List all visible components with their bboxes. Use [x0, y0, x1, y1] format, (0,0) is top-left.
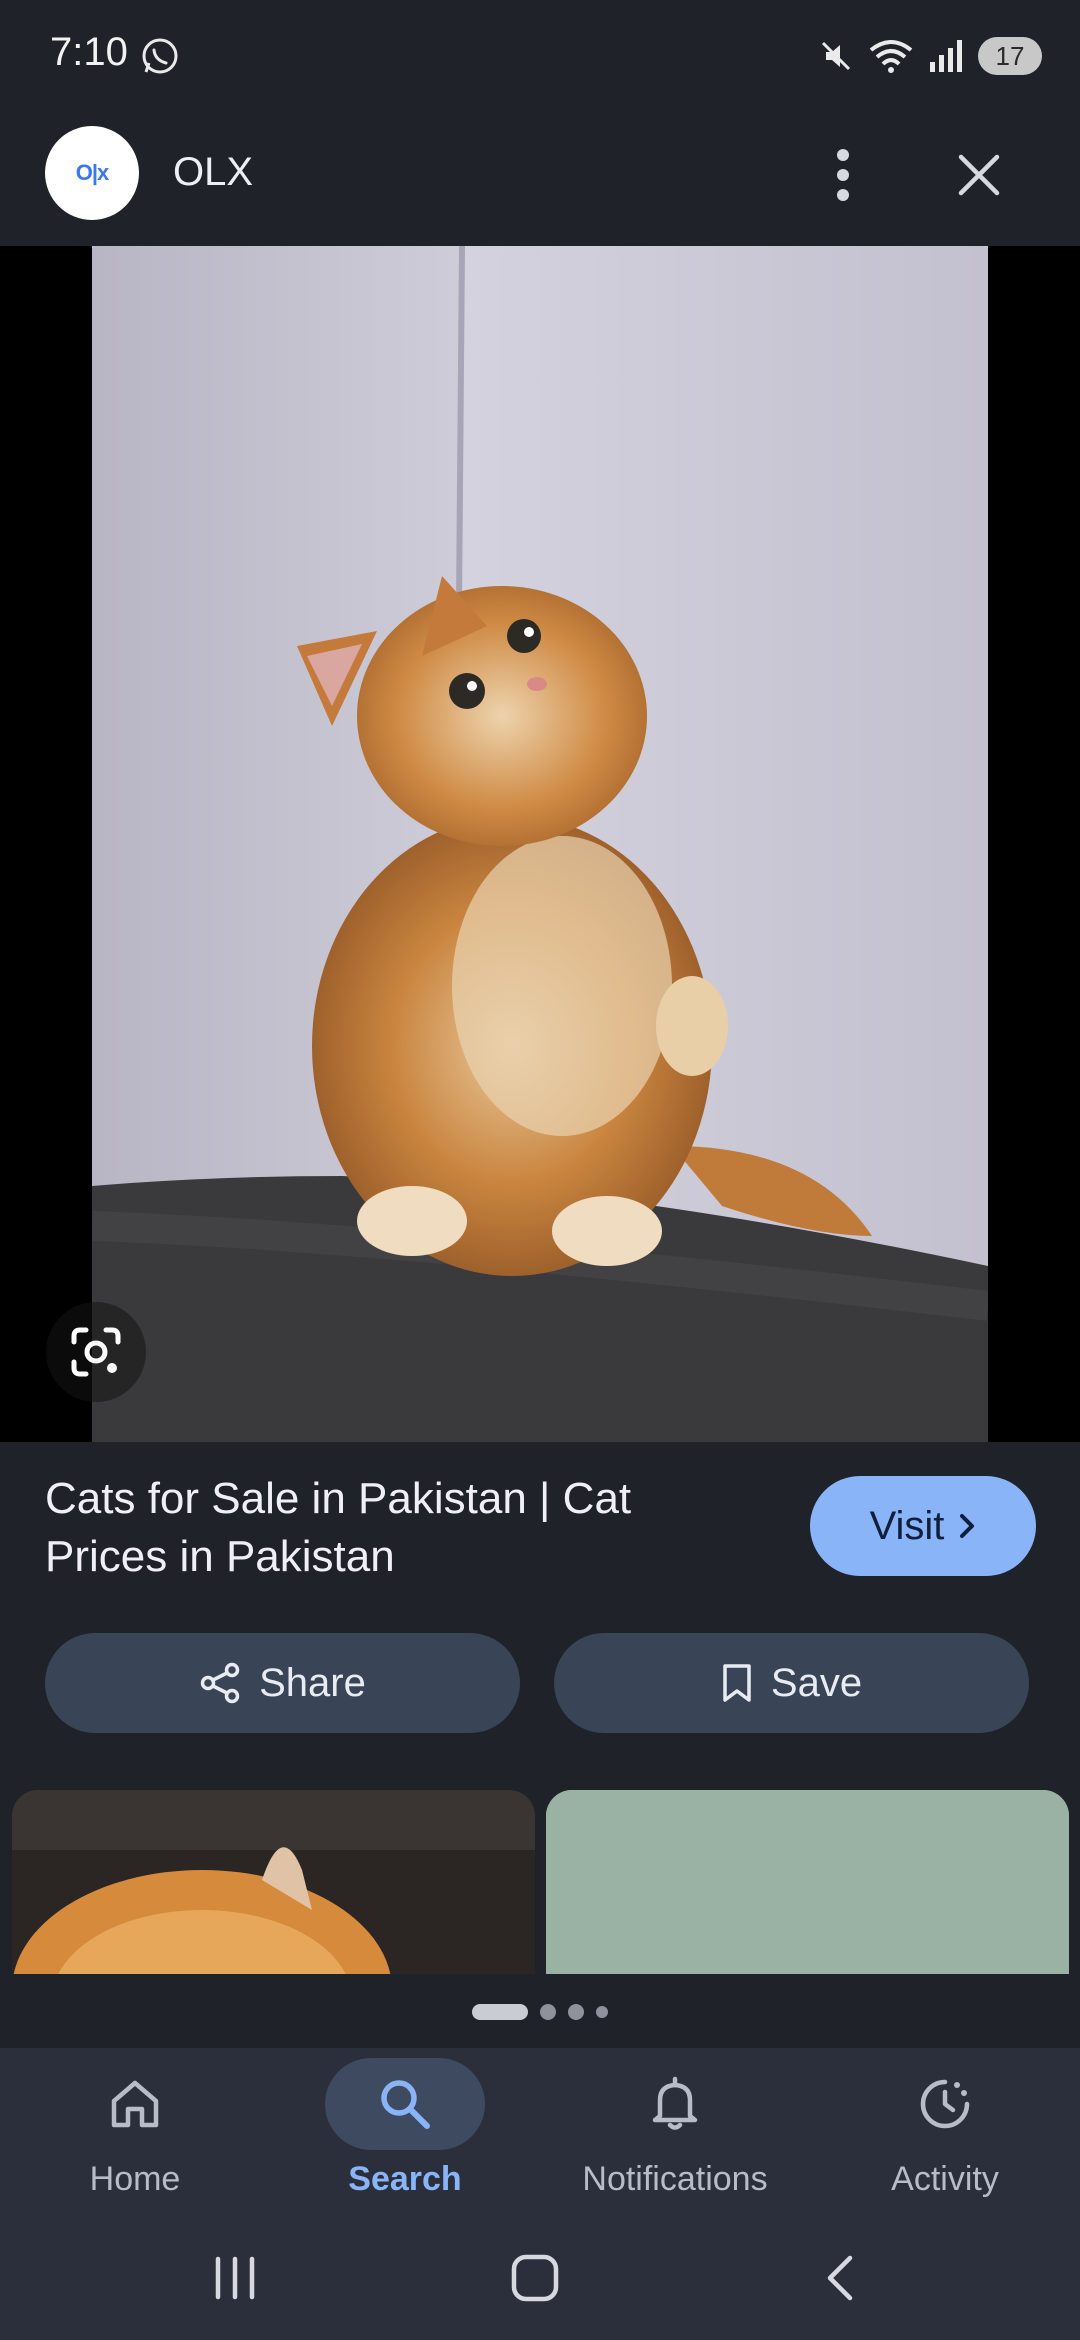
bottom-nav: Home Search Notifications Activity — [0, 2048, 1080, 2218]
nav-search[interactable]: Search — [270, 2048, 540, 2218]
home-system-button[interactable] — [475, 2238, 595, 2318]
status-bar: 7:10 17 — [0, 0, 1080, 110]
share-label: Share — [259, 1660, 366, 1705]
nav-home[interactable]: Home — [0, 2048, 270, 2218]
lens-icon — [71, 1327, 121, 1377]
activity-icon — [920, 2079, 970, 2129]
page-dot — [596, 2006, 608, 2018]
recent-apps-button[interactable] — [175, 2238, 295, 2318]
more-vert-icon — [837, 149, 849, 201]
nav-search-icon-wrap — [325, 2058, 485, 2150]
wifi-icon — [869, 40, 913, 73]
status-time: 7:10 — [50, 30, 128, 74]
back-button[interactable] — [780, 2238, 900, 2318]
related-photo-1 — [12, 1790, 535, 1974]
bookmark-icon — [723, 1664, 751, 1702]
page-dot — [540, 2004, 556, 2020]
site-name: OLX — [173, 150, 254, 194]
screen: 7:10 17 O|x OLX Cats for Sale in Pakista… — [0, 0, 1080, 2340]
save-label: Save — [770, 1660, 863, 1705]
nav-search-label: Search — [348, 2160, 462, 2198]
google-lens-button[interactable] — [46, 1302, 146, 1402]
related-image-1[interactable] — [12, 1790, 535, 1974]
nav-notifications-icon-wrap — [595, 2058, 755, 2150]
related-image-2[interactable] — [546, 1790, 1069, 1974]
result-image[interactable] — [92, 246, 988, 1442]
nav-activity-label: Activity — [891, 2160, 999, 2198]
mute-icon — [821, 41, 851, 71]
share-button[interactable]: Share — [45, 1633, 520, 1733]
whatsapp-icon — [142, 38, 178, 74]
share-icon — [200, 1662, 240, 1704]
site-logo: O|x — [45, 126, 139, 220]
nav-notifications-label: Notifications — [582, 2160, 768, 2198]
related-photo-2 — [546, 1790, 1069, 1974]
image-viewer — [0, 246, 1080, 1442]
nav-home-label: Home — [89, 2160, 181, 2198]
chevron-right-icon — [960, 1514, 975, 1538]
nav-home-icon-wrap — [55, 2058, 215, 2150]
battery-icon: 17 — [978, 37, 1042, 75]
nav-activity-icon-wrap — [865, 2058, 1025, 2150]
home-icon — [111, 2080, 159, 2128]
nav-activity[interactable]: Activity — [810, 2048, 1080, 2218]
save-button[interactable]: Save — [554, 1633, 1029, 1733]
home-circle-icon — [511, 2254, 559, 2302]
nav-notifications[interactable]: Notifications — [540, 2048, 810, 2218]
page-dot — [568, 2004, 584, 2020]
back-icon — [827, 2255, 853, 2301]
recent-apps-icon — [215, 2256, 255, 2300]
search-icon — [381, 2080, 430, 2129]
logo-text: O|x — [75, 160, 110, 185]
header: O|x OLX — [0, 110, 1080, 245]
close-icon — [958, 154, 1000, 196]
visit-button[interactable]: Visit — [810, 1476, 1036, 1576]
kitten-photo — [92, 246, 988, 1442]
page-indicator — [0, 2002, 1080, 2022]
visit-label: Visit — [869, 1503, 945, 1548]
status-icons: 17 — [818, 34, 1042, 78]
signal-icon — [930, 40, 962, 72]
system-nav-bar — [0, 2218, 1080, 2340]
close-button[interactable] — [948, 140, 1010, 210]
result-title[interactable]: Cats for Sale in Pakistan | Cat Prices i… — [45, 1470, 705, 1586]
bell-icon — [652, 2076, 698, 2130]
more-options-button[interactable] — [818, 140, 868, 210]
page-dot-active — [472, 2004, 528, 2020]
